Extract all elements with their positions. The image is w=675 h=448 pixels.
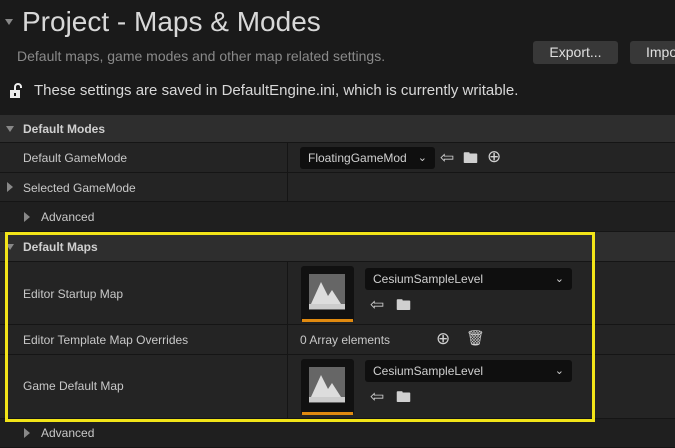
browse-folder-icon[interactable]: 🖿 [396,387,411,412]
map-thumbnail[interactable] [301,359,354,415]
property-label: Selected GameMode [23,181,136,195]
browse-folder-icon[interactable]: 🖿 [396,295,411,320]
expand-icon [6,126,14,132]
expand-icon [7,182,13,192]
category-title: Default Maps [23,240,98,254]
page-title: Project - Maps & Modes [22,6,321,37]
chevron-down-icon: ⌄ [417,152,427,164]
trash-icon[interactable]: 🗑 [466,329,485,347]
collapse-category-icon[interactable] [5,19,13,25]
chevron-down-icon: ⌄ [554,273,564,285]
use-selected-icon[interactable]: ⇦ [370,295,384,315]
dropdown-value: FloatingGameMod [308,151,407,165]
gamemode-dropdown[interactable]: FloatingGameMod ⌄ [300,147,435,169]
row-template-map-overrides: Editor Template Map Overrides 0 Array el… [0,325,675,355]
game-default-map-dropdown[interactable]: CesiumSampleLevel ⌄ [365,360,572,382]
unlock-icon [9,83,25,102]
import-button[interactable]: Impo [630,41,675,64]
row-advanced-modes[interactable]: Advanced [0,202,675,232]
property-label: Editor Template Map Overrides [23,333,189,347]
advanced-label: Advanced [41,210,95,224]
property-label: Game Default Map [23,379,124,393]
row-advanced-maps[interactable]: Advanced [0,419,675,448]
row-selected-gamemode[interactable]: Selected GameMode [0,173,675,202]
property-label: Default GameMode [23,151,128,165]
category-default-maps[interactable]: Default Maps [0,232,675,262]
editor-startup-map-dropdown[interactable]: CesiumSampleLevel ⌄ [365,268,572,290]
map-thumbnail[interactable] [301,266,354,322]
array-count: 0 Array elements [300,333,391,347]
chevron-down-icon: ⌄ [554,365,564,377]
add-icon[interactable]: ⊕ [487,147,501,167]
level-icon [309,367,345,403]
page-subtitle: Default maps, game modes and other map r… [17,48,386,64]
browse-folder-icon[interactable]: 🖿 [463,148,478,173]
advanced-label: Advanced [41,426,95,440]
row-editor-startup-map: Editor Startup Map CesiumSampleLevel ⌄ ⇦ … [0,262,675,325]
add-element-icon[interactable]: ⊕ [436,329,450,349]
use-selected-icon[interactable]: ⇦ [370,387,384,407]
property-label: Editor Startup Map [23,287,124,301]
expand-icon [6,244,14,250]
category-title: Default Modes [23,122,106,136]
expand-icon [24,212,30,222]
level-icon [309,274,345,310]
dropdown-value: CesiumSampleLevel [373,272,484,286]
row-game-default-map: Game Default Map CesiumSampleLevel ⌄ ⇦ 🖿 [0,355,675,419]
use-selected-icon[interactable]: ⇦ [440,148,454,168]
export-button[interactable]: Export... [533,41,618,64]
category-default-modes[interactable]: Default Modes [0,115,675,143]
row-default-gamemode: Default GameMode FloatingGameMod ⌄ ⇦ 🖿 ⊕ [0,143,675,173]
dropdown-value: CesiumSampleLevel [373,364,484,378]
expand-icon [24,428,30,438]
writable-notice: These settings are saved in DefaultEngin… [34,82,519,99]
